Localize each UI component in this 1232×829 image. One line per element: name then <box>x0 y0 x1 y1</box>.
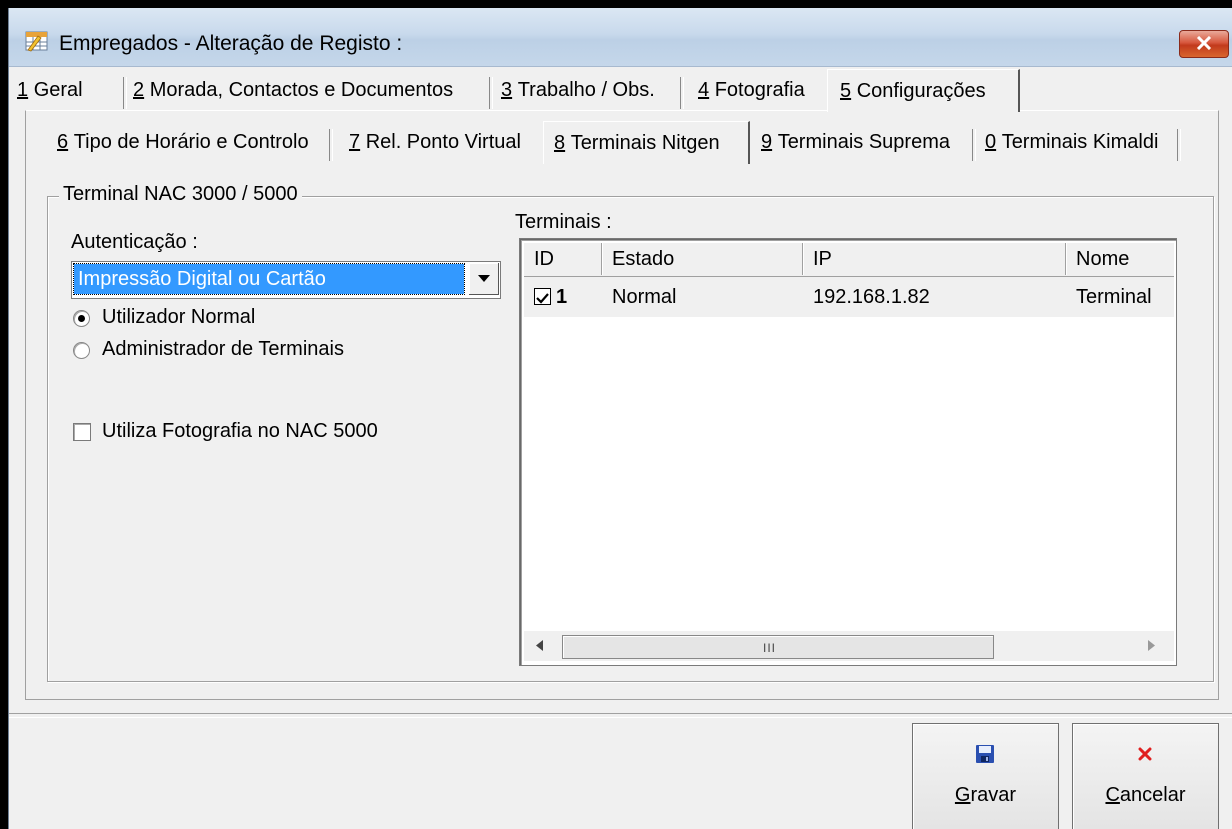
radio-selected-dot <box>78 315 85 322</box>
close-icon <box>1196 36 1212 50</box>
tab-row-main: 1 Geral 2 Morada, Contactos e Documentos… <box>9 69 1232 113</box>
cancel-button-label: Cancelar <box>1073 784 1218 807</box>
save-label-rest: ravar <box>970 784 1017 806</box>
tab-separator <box>329 129 333 161</box>
row-nome: Terminal <box>1076 286 1152 308</box>
terminals-list-header: ID Estado IP Nome <box>524 243 1174 277</box>
tab-morada[interactable]: 2 Morada, Contactos e Documentos <box>133 69 493 111</box>
tab-configuracoes[interactable]: 5 Configurações <box>827 69 1020 112</box>
chevron-down-icon <box>478 275 490 282</box>
tab-morada-label: Morada, Contactos e Documentos <box>149 79 454 101</box>
floppy-disk-icon <box>976 745 994 763</box>
scroll-right-arrow-icon[interactable] <box>1148 640 1155 651</box>
tab-configuracoes-label: Configurações <box>856 80 986 102</box>
tab-separator <box>489 77 493 109</box>
close-button[interactable] <box>1179 30 1229 58</box>
row-estado: Normal <box>612 286 677 308</box>
employee-edit-dialog: Empregados - Alteração de Registo : 1 Ge… <box>8 8 1232 829</box>
tab-trabalho-label: Trabalho / Obs. <box>517 79 655 101</box>
scroll-left-arrow-icon[interactable] <box>536 640 543 651</box>
tab-terminais-kimaldi[interactable]: 0 Terminais Kimaldi <box>985 121 1181 163</box>
cancel-button[interactable]: Cancelar <box>1072 723 1219 829</box>
column-ip[interactable]: IP <box>803 243 1066 275</box>
window-title: Empregados - Alteração de Registo : <box>59 32 403 55</box>
tab-terminais-nitgen-label: Terminais Nitgen <box>570 132 720 154</box>
tab-tipo-horario-key: 6 <box>57 131 69 153</box>
tab-terminais-nitgen-key: 8 <box>554 132 566 154</box>
scrollbar-grip: III <box>763 641 777 655</box>
tab-separator <box>1177 129 1181 161</box>
row-ip: 192.168.1.82 <box>813 286 930 308</box>
tab-terminais-kimaldi-key: 0 <box>985 131 997 153</box>
group-title: Terminal NAC 3000 / 5000 <box>59 183 302 206</box>
tab-terminais-suprema-label: Terminais Suprema <box>777 131 950 153</box>
radio-utilizador-normal-label: Utilizador Normal <box>102 306 256 328</box>
tab-separator <box>680 77 684 109</box>
auth-label: Autenticação : <box>71 231 198 253</box>
terminals-label: Terminais : <box>515 211 612 233</box>
table-app-icon <box>25 31 48 52</box>
check-icon <box>536 293 549 304</box>
row-id: 1 <box>556 286 568 308</box>
scrollbar-thumb[interactable]: III <box>562 635 994 659</box>
tab-terminais-suprema-key: 9 <box>761 131 773 153</box>
tab-rel-ponto-virtual-label: Rel. Ponto Virtual <box>365 131 521 153</box>
tab-geral-key: 1 <box>17 79 29 101</box>
horizontal-scrollbar[interactable]: III <box>524 631 1174 661</box>
tab-tipo-horario-label: Tipo de Horário e Controlo <box>73 131 309 153</box>
tab-separator <box>972 129 976 161</box>
tab-geral-label: Geral <box>33 79 83 101</box>
save-mnemonic: G <box>954 784 971 806</box>
radio-administrador-label: Administrador de Terminais <box>102 338 344 360</box>
table-row[interactable]: 1 Normal 192.168.1.82 Terminal <box>524 277 1174 317</box>
tab-rel-ponto-virtual-key: 7 <box>349 131 361 153</box>
tab-trabalho[interactable]: 3 Trabalho / Obs. <box>501 69 684 111</box>
row-checkbox[interactable] <box>534 288 551 305</box>
tab-fotografia-label: Fotografia <box>714 79 805 101</box>
tab-separator <box>123 77 127 109</box>
auth-select[interactable]: Impressão Digital ou Cartão <box>71 261 501 299</box>
tab-tipo-horario[interactable]: 6 Tipo de Horário e Controlo <box>57 121 333 163</box>
cancel-x-icon <box>1138 747 1152 761</box>
save-button-label: Gravar <box>913 784 1058 807</box>
tab-row-config: 6 Tipo de Horário e Controlo 7 Rel. Pont… <box>9 121 1232 165</box>
photo-nac5000-label: Utiliza Fotografia no NAC 5000 <box>102 420 378 442</box>
cancel-mnemonic: C <box>1105 784 1120 806</box>
auth-select-dropdown-button[interactable] <box>468 263 499 295</box>
radio-administrador[interactable] <box>73 342 90 359</box>
tab-trabalho-key: 3 <box>501 79 513 101</box>
radio-utilizador-normal[interactable] <box>73 310 90 327</box>
column-id[interactable]: ID <box>524 243 602 275</box>
tab-terminais-kimaldi-label: Terminais Kimaldi <box>1001 131 1159 153</box>
tab-geral[interactable]: 1 Geral <box>17 69 127 111</box>
tab-fotografia[interactable]: 4 Fotografia <box>698 69 814 111</box>
tab-rel-ponto-virtual[interactable]: 7 Rel. Ponto Virtual <box>349 121 539 163</box>
column-estado[interactable]: Estado <box>602 243 803 275</box>
auth-select-value: Impressão Digital ou Cartão <box>73 263 465 295</box>
tab-terminais-suprema[interactable]: 9 Terminais Suprema <box>761 121 976 163</box>
tab-morada-key: 2 <box>133 79 145 101</box>
column-nome[interactable]: Nome <box>1066 243 1176 275</box>
tab-configuracoes-key: 5 <box>840 80 852 102</box>
title-bar[interactable]: Empregados - Alteração de Registo : <box>9 8 1232 67</box>
terminals-list[interactable]: ID Estado IP Nome 1 Normal 192.168.1.82 … <box>519 238 1177 666</box>
footer-divider <box>9 713 1232 718</box>
cancel-label-rest: ancelar <box>1119 784 1186 806</box>
save-button[interactable]: Gravar <box>912 723 1059 829</box>
tab-terminais-nitgen[interactable]: 8 Terminais Nitgen <box>543 121 750 164</box>
tab-fotografia-key: 4 <box>698 79 710 101</box>
photo-nac5000-checkbox[interactable] <box>73 423 91 441</box>
